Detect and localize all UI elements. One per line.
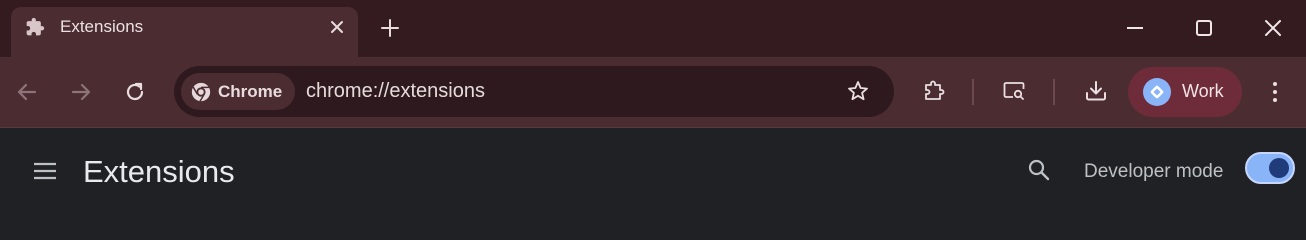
- profile-label: Work: [1182, 81, 1224, 101]
- developer-mode-toggle[interactable]: [1245, 152, 1295, 184]
- work-avatar-icon: [1150, 85, 1164, 99]
- reload-icon[interactable]: [122, 79, 148, 105]
- search-icon[interactable]: [1026, 157, 1052, 183]
- url-text[interactable]: chrome://extensions: [306, 79, 485, 103]
- site-info-chip[interactable]: Chrome: [181, 73, 296, 110]
- back-arrow-icon[interactable]: [14, 79, 40, 105]
- close-icon[interactable]: [327, 17, 347, 37]
- tab-title: Extensions: [60, 17, 144, 36]
- tab-extensions[interactable]: Extensions: [11, 7, 358, 57]
- profile-button[interactable]: Work: [1128, 67, 1242, 117]
- kebab-menu-icon[interactable]: [1262, 79, 1288, 105]
- hamburger-menu-icon[interactable]: [31, 157, 59, 185]
- extensions-puzzle-icon[interactable]: [921, 78, 947, 104]
- toolbar-divider: [1053, 79, 1055, 105]
- puzzle-icon: [26, 17, 45, 36]
- tab-search-icon[interactable]: [1001, 78, 1027, 104]
- toolbar-divider: [972, 79, 974, 105]
- toolbar: Chrome chrome://extensions Work: [0, 57, 1306, 128]
- chrome-logo-icon: [191, 82, 211, 102]
- profile-avatar: [1143, 78, 1171, 106]
- maximize-icon[interactable]: [1191, 15, 1217, 41]
- minimize-icon[interactable]: [1122, 15, 1148, 41]
- extensions-header: Extensions Developer mode: [0, 128, 1306, 215]
- page-title: Extensions: [83, 154, 235, 189]
- forward-arrow-icon[interactable]: [68, 79, 94, 105]
- toggle-knob: [1269, 158, 1289, 178]
- window-close-icon[interactable]: [1260, 15, 1286, 41]
- new-tab-plus-icon[interactable]: [378, 16, 402, 40]
- address-bar[interactable]: Chrome chrome://extensions: [174, 66, 894, 117]
- tab-strip: Extensions: [0, 0, 1306, 57]
- bookmark-star-icon[interactable]: [846, 79, 870, 103]
- developer-mode-label: Developer mode: [1084, 161, 1224, 182]
- chip-label: Chrome: [218, 81, 283, 101]
- download-icon[interactable]: [1083, 78, 1109, 104]
